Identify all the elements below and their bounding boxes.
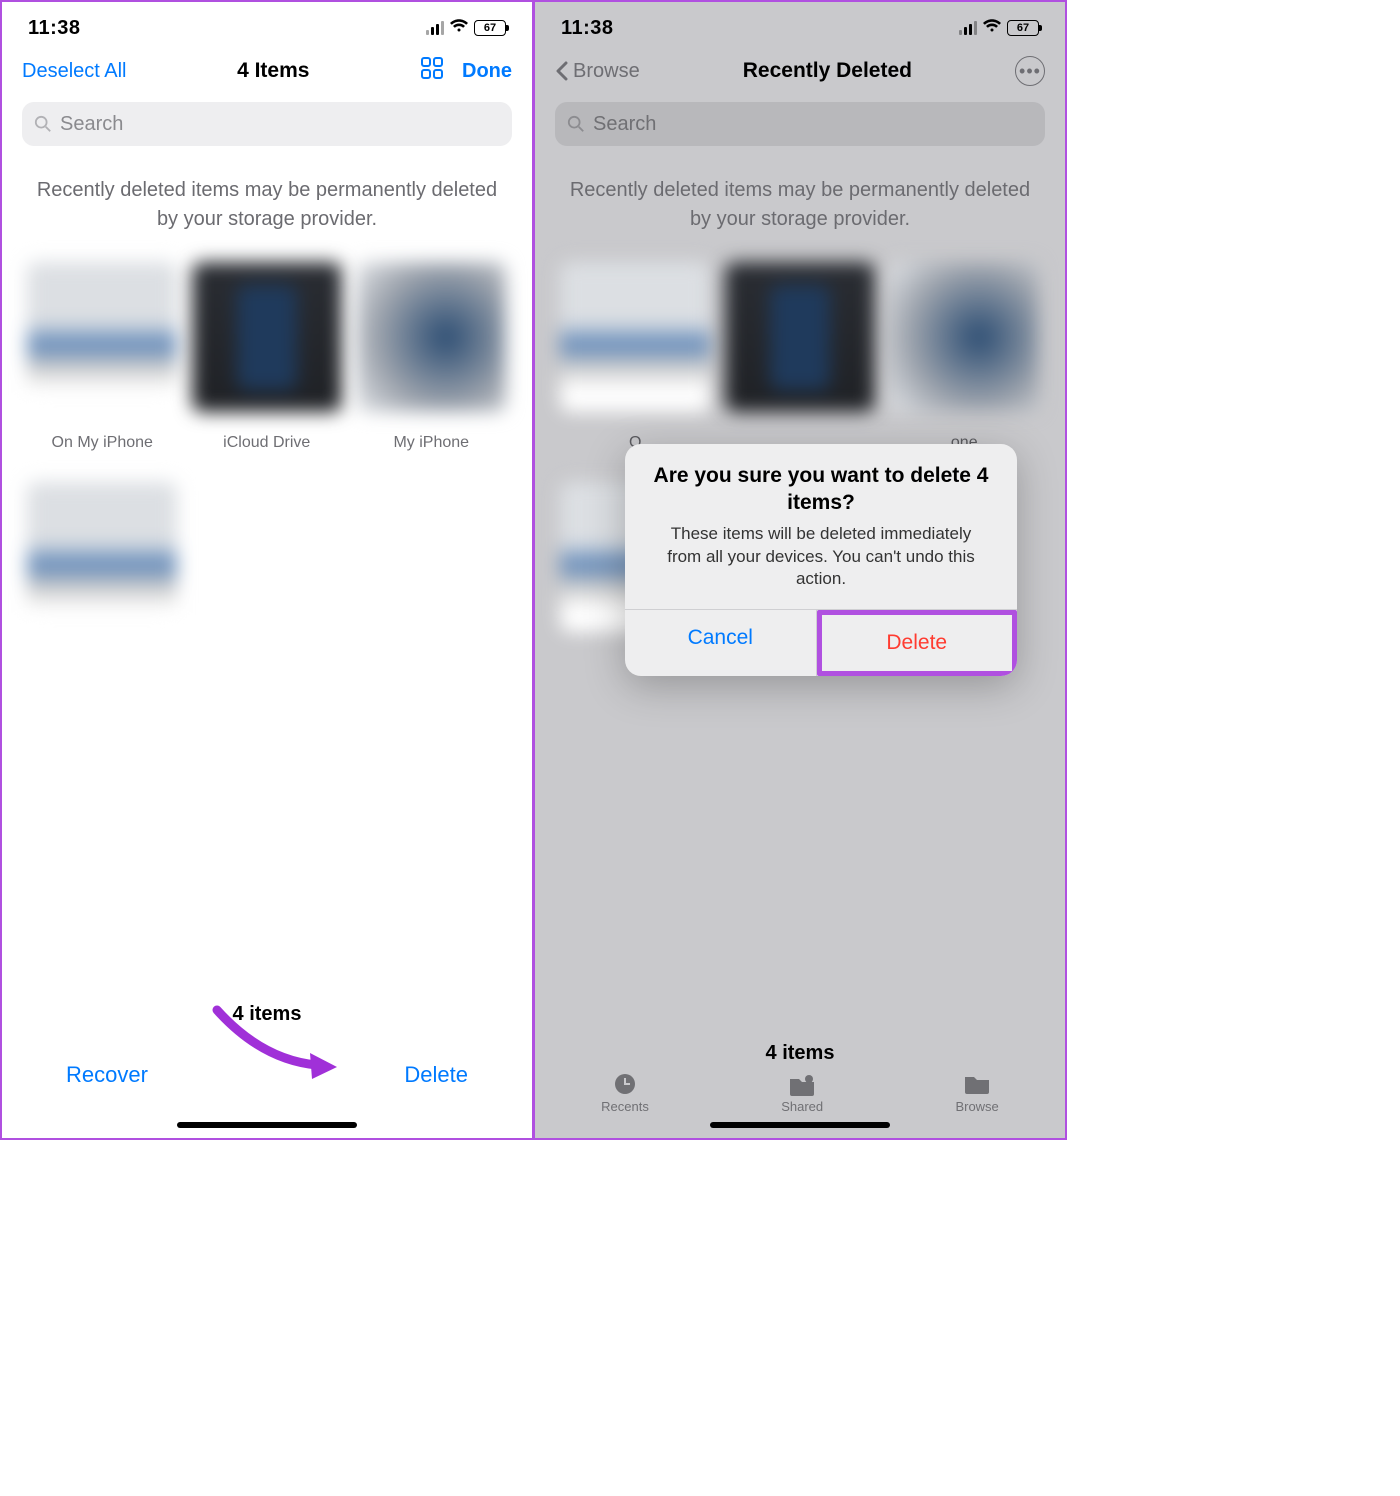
file-caption: My iPhone — [393, 434, 469, 452]
delete-button[interactable]: Delete — [404, 1062, 468, 1088]
dialog-message: These items will be deleted immediately … — [625, 521, 1017, 610]
dialog-buttons: Cancel Delete — [625, 609, 1017, 676]
deselect-all-button[interactable]: Deselect All — [22, 60, 127, 83]
grid-view-icon[interactable] — [420, 56, 444, 86]
file-thumbnail — [889, 262, 1039, 412]
status-bar: 11:38 67 — [535, 2, 1065, 46]
file-item[interactable] — [718, 256, 883, 476]
file-caption: On My iPhone — [52, 434, 153, 452]
file-item[interactable] — [20, 476, 185, 678]
search-placeholder: Search — [593, 113, 656, 136]
status-icons: 67 — [426, 19, 507, 38]
footer-item-count: 4 items — [535, 1030, 1065, 1065]
dialog-cancel-button[interactable]: Cancel — [625, 610, 817, 676]
search-placeholder: Search — [60, 113, 123, 136]
file-thumbnail — [27, 482, 177, 632]
file-item[interactable]: one — [882, 256, 1047, 476]
nav-bar: Browse Recently Deleted ••• — [535, 46, 1065, 92]
back-button[interactable]: Browse — [555, 60, 640, 83]
phone-left: 11:38 67 Deselect All 4 Items Done Searc… — [2, 2, 535, 1138]
tab-label: Browse — [955, 1099, 998, 1114]
cellular-icon — [959, 21, 978, 35]
recover-button[interactable]: Recover — [66, 1062, 148, 1088]
tab-shared[interactable]: Shared — [781, 1071, 823, 1114]
dialog-delete-button[interactable]: Delete — [817, 610, 1018, 676]
file-item[interactable]: O — [553, 256, 718, 476]
file-item[interactable]: My iPhone — [349, 256, 514, 476]
file-grid: On My iPhone iCloud Drive My iPhone — [20, 256, 514, 678]
search-field[interactable]: Search — [555, 102, 1045, 146]
chevron-left-icon — [555, 61, 569, 81]
nav-title: 4 Items — [237, 59, 309, 83]
cellular-icon — [426, 21, 445, 35]
deletion-notice: Recently deleted items may be permanentl… — [20, 156, 514, 256]
status-icons: 67 — [959, 19, 1040, 38]
nav-bar: Deselect All 4 Items Done — [2, 46, 532, 92]
tab-label: Shared — [781, 1099, 823, 1114]
more-menu-button[interactable]: ••• — [1015, 56, 1045, 86]
back-label: Browse — [573, 60, 640, 83]
home-indicator[interactable] — [710, 1122, 890, 1128]
tab-recents[interactable]: Recents — [601, 1071, 649, 1114]
status-bar: 11:38 67 — [2, 2, 532, 46]
status-time: 11:38 — [28, 17, 81, 40]
folder-icon — [962, 1071, 992, 1097]
file-thumbnail — [356, 262, 506, 412]
clock-icon — [610, 1071, 640, 1097]
search-field[interactable]: Search — [22, 102, 512, 146]
search-icon — [567, 115, 585, 133]
file-thumbnail — [192, 262, 342, 412]
tab-bar: Recents Shared Browse — [535, 1065, 1065, 1122]
wifi-icon — [449, 19, 469, 38]
battery-icon: 67 — [1007, 20, 1039, 36]
file-item[interactable]: On My iPhone — [20, 256, 185, 476]
battery-icon: 67 — [474, 20, 506, 36]
file-caption: iCloud Drive — [223, 434, 310, 452]
ellipsis-icon: ••• — [1019, 61, 1041, 82]
wifi-icon — [982, 19, 1002, 38]
file-thumbnail — [560, 262, 710, 412]
status-time: 11:38 — [561, 17, 614, 40]
tab-label: Recents — [601, 1099, 649, 1114]
file-item[interactable]: iCloud Drive — [185, 256, 350, 476]
done-button[interactable]: Done — [462, 60, 512, 83]
file-thumbnail — [725, 262, 875, 412]
footer-toolbar: Recover Delete — [2, 1026, 532, 1122]
search-icon — [34, 115, 52, 133]
confirm-delete-dialog: Are you sure you want to delete 4 items?… — [625, 444, 1017, 676]
dialog-title: Are you sure you want to delete 4 items? — [625, 444, 1017, 521]
tab-browse[interactable]: Browse — [955, 1071, 998, 1114]
phone-right: 11:38 67 Browse Recently Deleted ••• Sea… — [535, 2, 1065, 1138]
home-indicator[interactable] — [177, 1122, 357, 1128]
deletion-notice: Recently deleted items may be permanentl… — [553, 156, 1047, 256]
file-thumbnail — [27, 262, 177, 412]
nav-title: Recently Deleted — [743, 59, 912, 83]
footer-item-count: 4 items — [2, 991, 532, 1026]
shared-folder-icon — [787, 1071, 817, 1097]
content-area: Recently deleted items may be permanentl… — [2, 156, 532, 991]
